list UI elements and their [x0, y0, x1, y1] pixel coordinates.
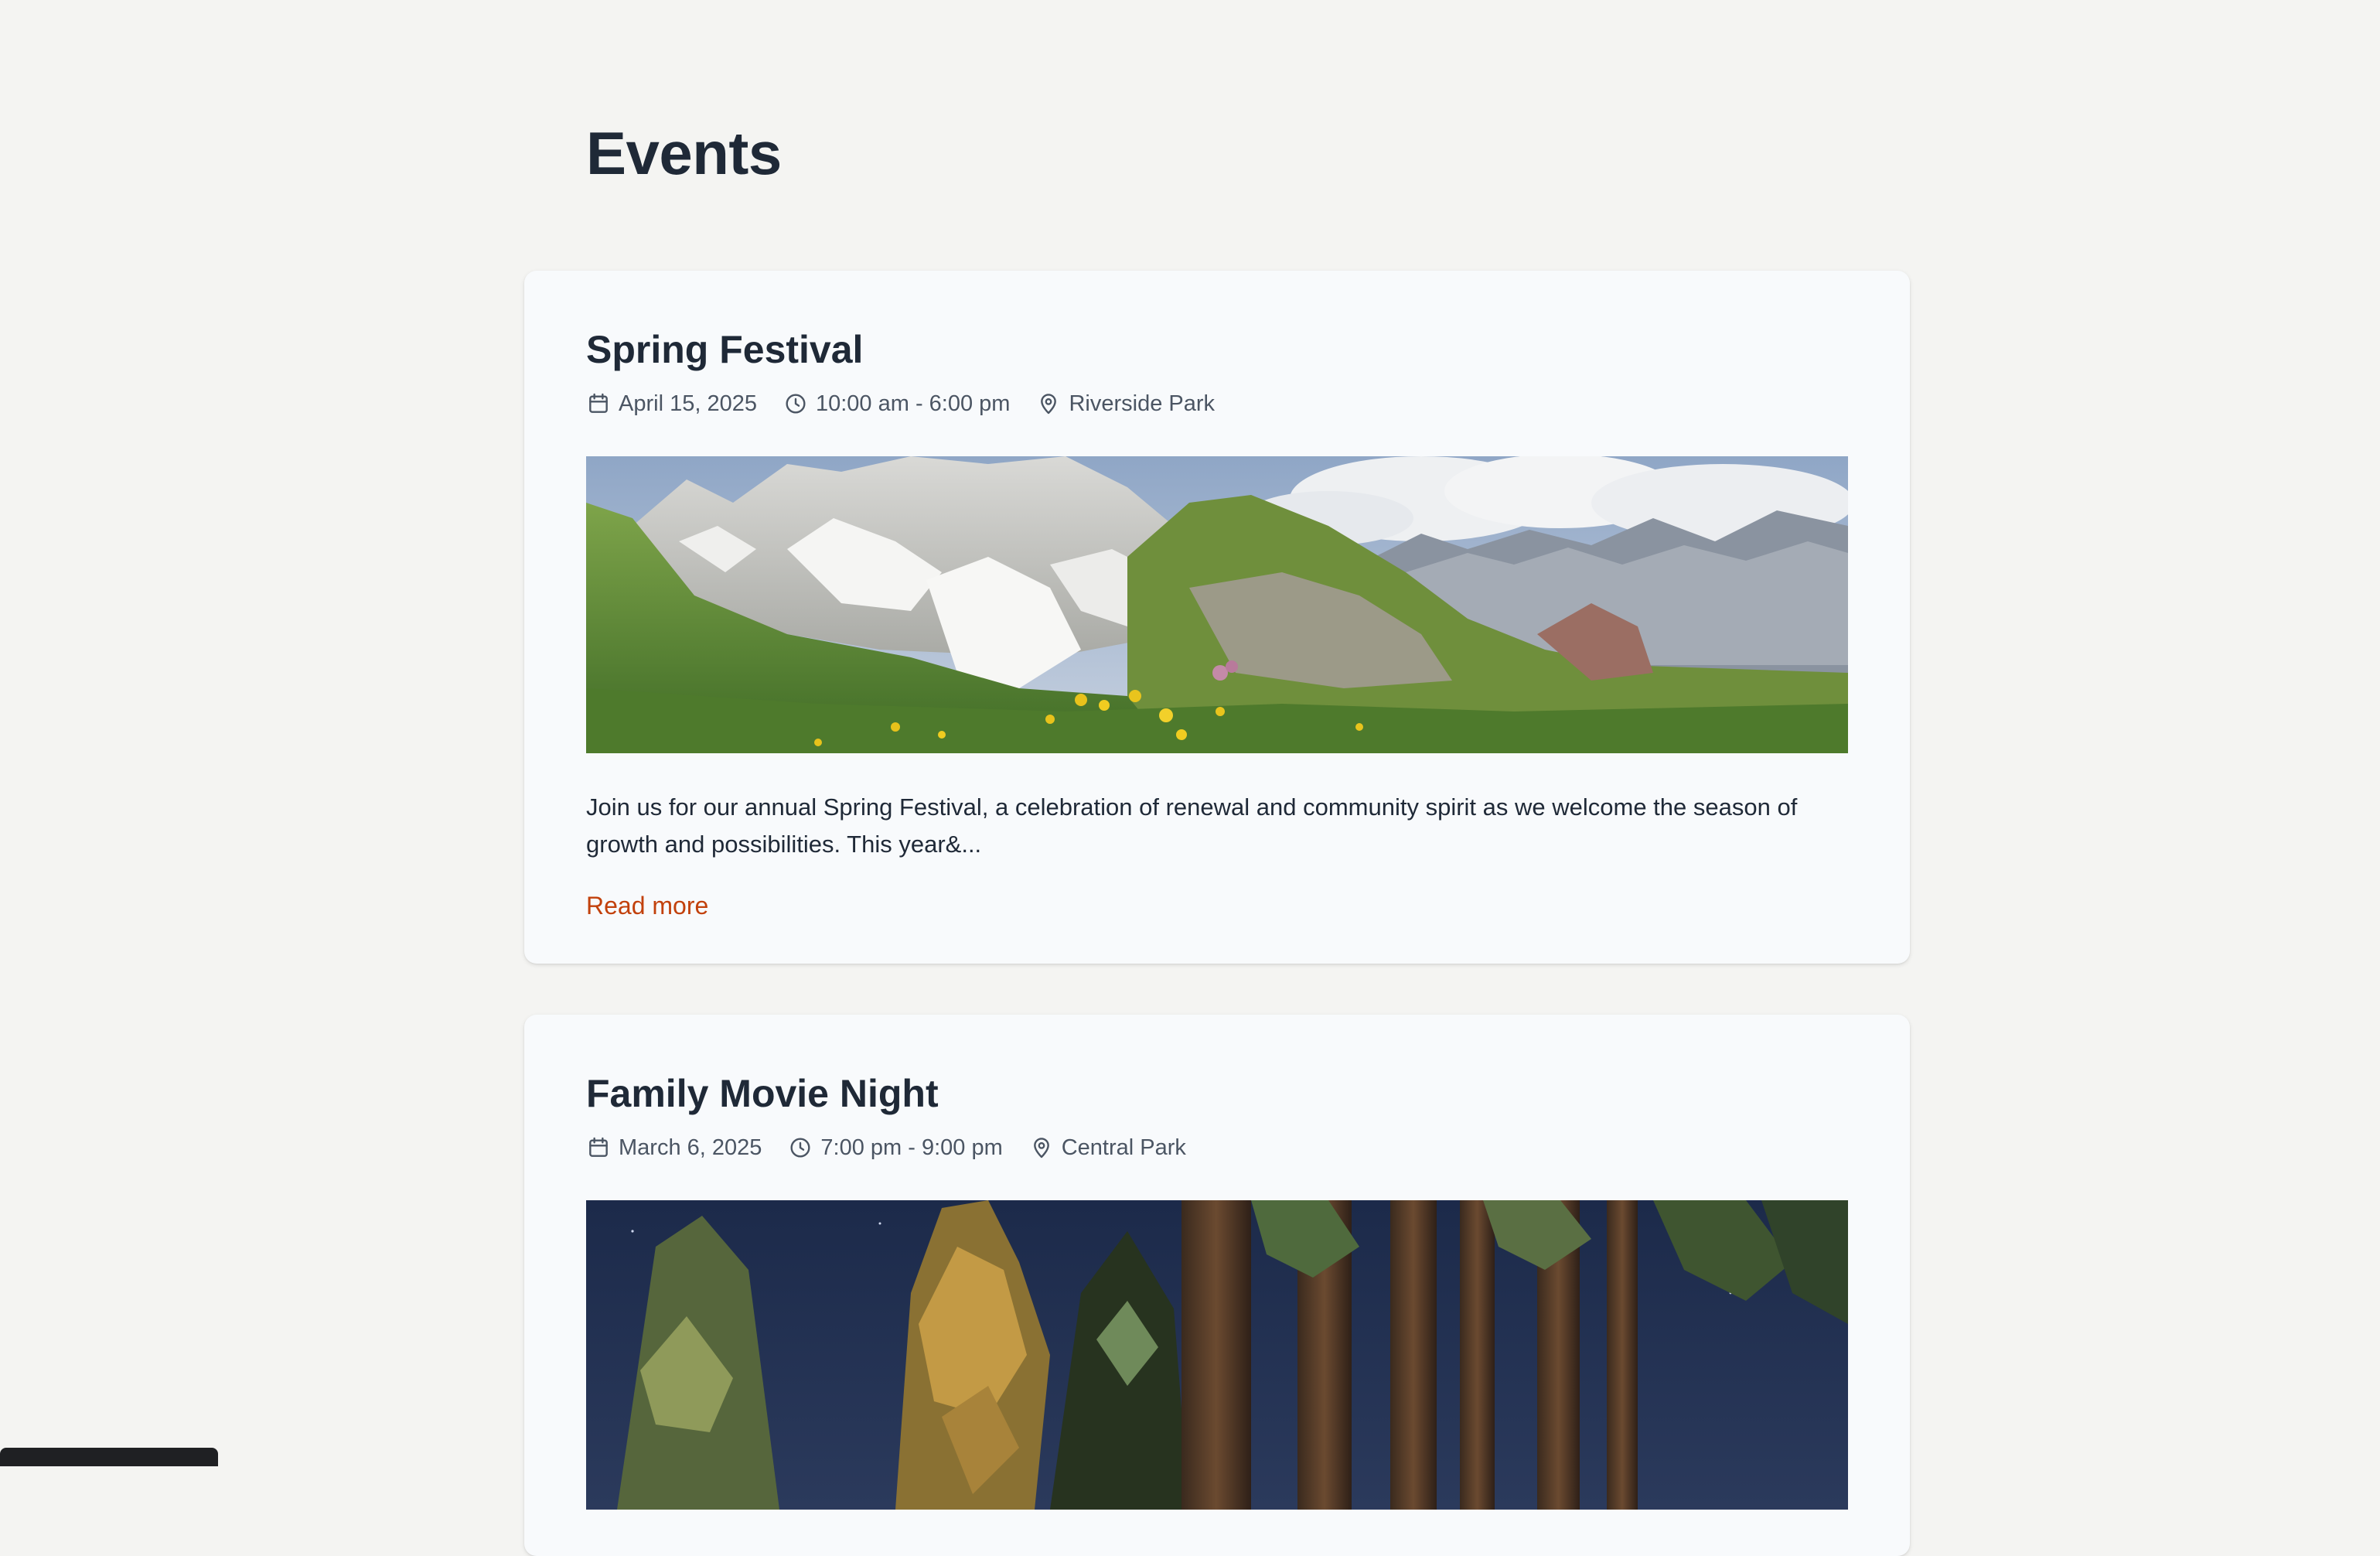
- event-date: April 15, 2025: [586, 391, 757, 417]
- page-title: Events: [586, 119, 782, 187]
- event-image[interactable]: [586, 456, 1848, 753]
- event-location: Riverside Park: [1036, 391, 1215, 417]
- events-page: Events Spring Festival April 15, 2025 10…: [0, 0, 2380, 1556]
- event-excerpt: Join us for our annual Spring Festival, …: [586, 793, 1798, 858]
- map-pin-icon: [1033, 1138, 1049, 1158]
- event-time-text: 7:00 pm - 9:00 pm: [820, 1135, 1003, 1160]
- clock-icon: [786, 394, 806, 414]
- calendar-icon: [589, 1137, 608, 1157]
- event-time-text: 10:00 am - 6:00 pm: [815, 391, 1011, 416]
- event-title[interactable]: Family Movie Night: [586, 1070, 939, 1117]
- event-card: Spring Festival April 15, 2025 10:00 am …: [524, 271, 1910, 964]
- event-time: 7:00 pm - 9:00 pm: [788, 1135, 1003, 1161]
- read-more-link[interactable]: Read more: [586, 889, 708, 922]
- event-title[interactable]: Spring Festival: [586, 326, 863, 373]
- event-meta: April 15, 2025 10:00 am - 6:00 pm Rivers…: [586, 387, 1241, 421]
- event-time: 10:00 am - 6:00 pm: [783, 391, 1010, 417]
- clock-icon: [790, 1138, 810, 1158]
- toast-edge: [0, 1448, 218, 1466]
- event-card: Family Movie Night March 6, 2025 7:00 pm…: [524, 1015, 1910, 1556]
- mountain-meadow-photo: [586, 456, 1848, 753]
- event-location-text: Central Park: [1061, 1135, 1186, 1160]
- event-date: March 6, 2025: [586, 1135, 762, 1161]
- map-pin-icon: [1041, 394, 1057, 415]
- event-location: Central Park: [1029, 1135, 1186, 1161]
- night-forest-photo: [586, 1200, 1848, 1510]
- event-meta: March 6, 2025 7:00 pm - 9:00 pm Central …: [586, 1131, 1212, 1165]
- event-location-text: Riverside Park: [1069, 391, 1216, 416]
- event-date-text: April 15, 2025: [619, 391, 757, 416]
- event-date-text: March 6, 2025: [619, 1135, 762, 1160]
- calendar-icon: [589, 393, 608, 413]
- event-image[interactable]: [586, 1200, 1848, 1510]
